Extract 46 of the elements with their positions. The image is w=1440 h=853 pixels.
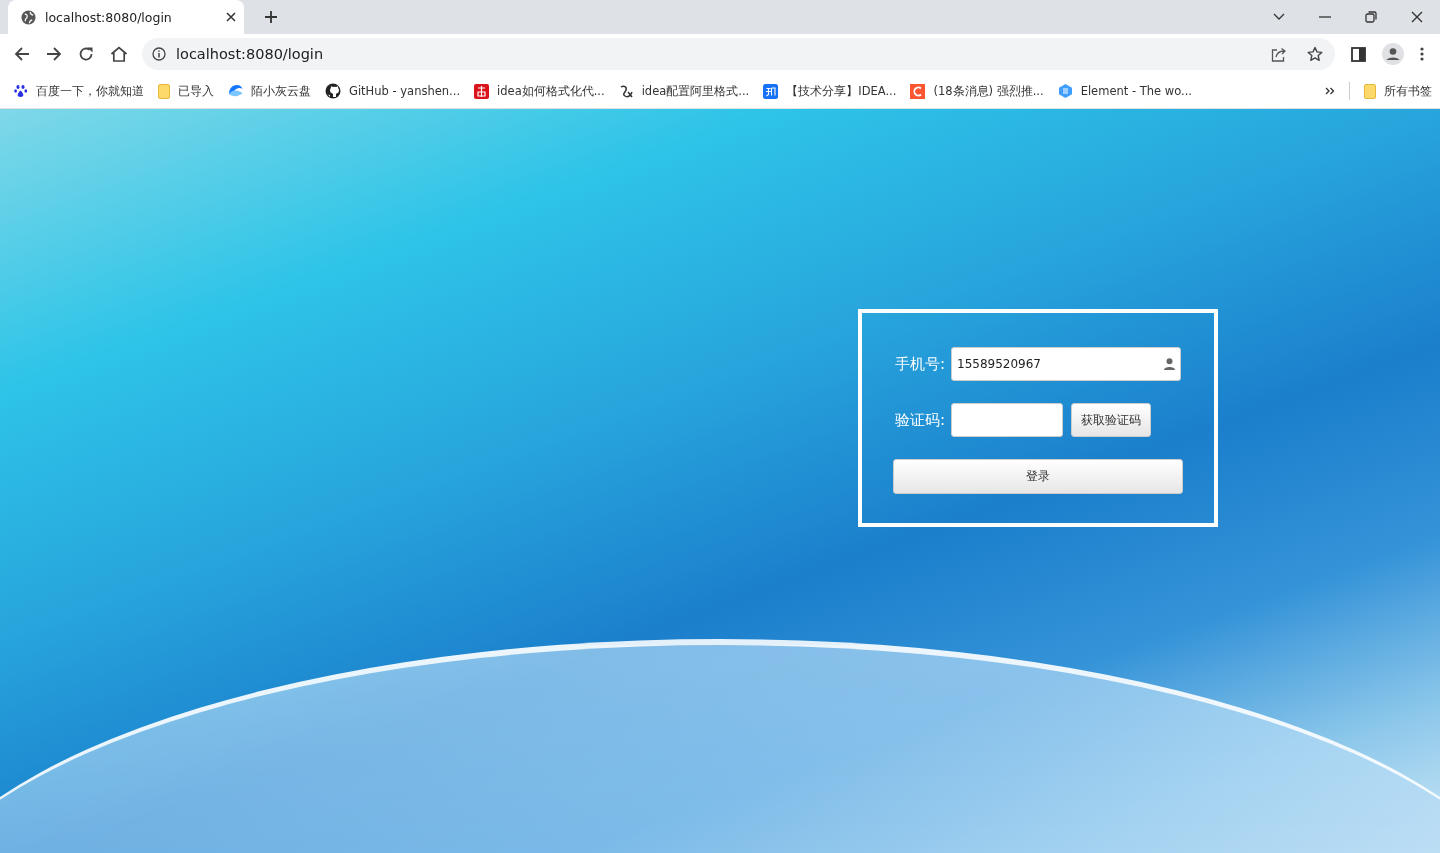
info-icon[interactable]	[152, 47, 166, 61]
paw-icon	[14, 84, 28, 98]
app-icon	[474, 83, 490, 99]
folder-icon	[1364, 83, 1376, 99]
side-panel-icon[interactable]	[1351, 46, 1366, 62]
app-icon	[910, 83, 926, 99]
bookmark-folder[interactable]: 所有书签	[1364, 83, 1432, 99]
menu-icon[interactable]	[1420, 47, 1424, 61]
bookmark[interactable]: 已导入	[158, 83, 214, 99]
new-tab-icon[interactable]	[264, 10, 278, 24]
cloud-icon	[228, 84, 243, 98]
close-icon[interactable]	[226, 12, 236, 22]
code-label: 验证码:	[893, 410, 945, 430]
bookmark[interactable]: 【技术分享】IDEA...	[763, 83, 897, 99]
folder-icon	[158, 83, 170, 99]
github-icon	[325, 83, 341, 99]
chevron-down-icon[interactable]	[1273, 13, 1285, 21]
phone-label: 手机号:	[893, 354, 945, 374]
star-icon[interactable]	[1307, 46, 1323, 62]
bookmark[interactable]: GitHub - yanshen...	[325, 83, 461, 99]
app-icon	[763, 83, 779, 99]
globe-icon	[21, 9, 36, 25]
bookmark[interactable]: (18条消息) 强烈推...	[910, 83, 1044, 99]
reload-icon[interactable]	[78, 46, 94, 62]
browser-tab[interactable]: localhost:8080/login	[8, 0, 244, 34]
restore-icon[interactable]	[1365, 11, 1377, 23]
get-code-button[interactable]: 获取验证码	[1071, 403, 1151, 437]
phone-field[interactable]: 15589520967	[951, 347, 1181, 381]
bookmark[interactable]: idea配置阿里格式...	[618, 83, 750, 99]
close-icon[interactable]	[1411, 11, 1423, 23]
code-field[interactable]	[951, 403, 1063, 437]
bookmark[interactable]: Element - The wo...	[1057, 83, 1192, 99]
bookmark[interactable]: 百度一下，你就知道	[14, 83, 144, 99]
profile-icon[interactable]	[1382, 43, 1404, 65]
bookmark[interactable]: idea如何格式化代...	[474, 83, 605, 99]
share-icon[interactable]	[1271, 46, 1287, 62]
script-icon	[618, 83, 634, 99]
bookmark[interactable]: 陌小灰云盘	[228, 83, 311, 99]
user-icon	[1164, 358, 1175, 370]
login-button[interactable]: 登录	[893, 459, 1183, 494]
chevron-right-double-icon[interactable]	[1325, 87, 1335, 95]
back-icon[interactable]	[14, 46, 30, 62]
hexagon-icon	[1057, 83, 1073, 99]
address-bar[interactable]: localhost:8080/login	[142, 38, 1335, 70]
forward-icon[interactable]	[46, 46, 62, 62]
home-icon[interactable]	[110, 46, 128, 62]
